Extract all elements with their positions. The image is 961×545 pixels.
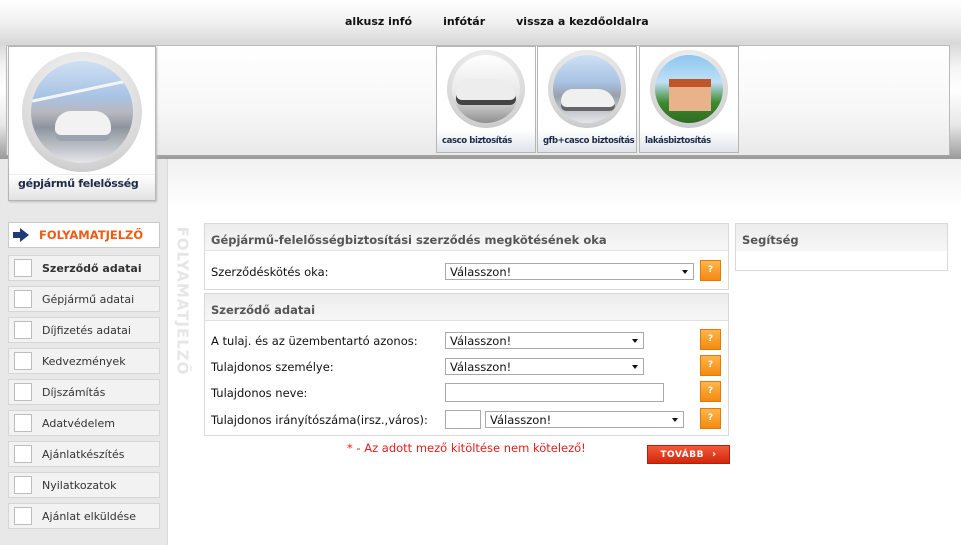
- top-navigation-bar: alkusz infó infótár vissza a kezdőoldalr…: [0, 0, 961, 44]
- progress-vertical-label: FOLYAMATJELZŐ: [173, 226, 192, 376]
- owner-city-select[interactable]: Válasszon!: [485, 411, 684, 428]
- field-label: Szerződéskötés oka:: [211, 265, 329, 279]
- panel-title: Segítség: [736, 224, 947, 251]
- progress-step-offer[interactable]: Ajánlatkészítés: [8, 441, 160, 467]
- progress-step-contractor[interactable]: Szerződő adatai: [8, 255, 160, 281]
- nav-link-broker-info[interactable]: alkusz infó: [345, 15, 412, 28]
- progress-step-vehicle[interactable]: Gépjármű adatai: [8, 286, 160, 312]
- field-label: Tulajdonos neve:: [211, 386, 308, 400]
- step-checkbox: [14, 414, 32, 432]
- step-checkbox: [14, 476, 32, 494]
- field-label: Tulajdonos személye:: [211, 360, 334, 374]
- product-tile-main-label: gépjármű felelősség: [18, 177, 139, 190]
- product-tile-casco[interactable]: casco biztosítás: [436, 46, 536, 153]
- help-button[interactable]: ?: [700, 355, 721, 376]
- contract-reason-panel: Gépjármű-felelősségbiztosítási szerződés…: [204, 223, 729, 290]
- house-photo: [655, 55, 723, 123]
- owner-name-input[interactable]: [445, 383, 664, 402]
- owner-zip-input[interactable]: [445, 410, 481, 429]
- progress-step-privacy[interactable]: Adatvédelem: [8, 410, 160, 436]
- car-photo: [452, 55, 520, 123]
- field-label: A tulaj. és az üzembentartó azonos:: [211, 334, 418, 348]
- progress-step-discounts[interactable]: Kedvezmények: [8, 348, 160, 374]
- progress-step-declarations[interactable]: Nyilatkozatok: [8, 472, 160, 498]
- nav-link-info-library[interactable]: infótár: [443, 15, 485, 28]
- car-photo: [31, 61, 133, 163]
- chevron-right-icon: ›: [711, 449, 717, 460]
- product-tile-label: casco biztosítás: [442, 136, 512, 146]
- product-tile-home-insurance[interactable]: lakásbiztosítás: [639, 46, 739, 153]
- arrow-right-icon: [13, 228, 29, 242]
- required-field-note: * - Az adott mező kitöltése nem kötelező…: [347, 441, 586, 455]
- step-checkbox: [14, 290, 32, 308]
- chevron-down-icon: [672, 418, 678, 422]
- chevron-down-icon: [632, 339, 638, 343]
- panel-title: Szerződő adatai: [205, 294, 728, 321]
- contractor-data-panel: Szerződő adatai A tulaj. és az üzembenta…: [204, 293, 729, 436]
- owner-person-select[interactable]: Válasszon!: [445, 358, 644, 375]
- progress-step-send-offer[interactable]: Ajánlat elküldése: [8, 503, 160, 529]
- step-checkbox: [14, 321, 32, 339]
- product-tile-gfb-casco[interactable]: gfb+casco biztosítás: [537, 46, 637, 153]
- step-checkbox: [14, 445, 32, 463]
- top-nav: alkusz infó infótár vissza a kezdőoldalr…: [345, 15, 680, 28]
- car-photo: [553, 55, 621, 123]
- product-tile-label: gfb+casco biztosítás: [543, 136, 635, 146]
- nav-link-back-home[interactable]: vissza a kezdőoldalra: [516, 15, 649, 28]
- help-button[interactable]: ?: [700, 329, 721, 350]
- product-tile-label: lakásbiztosítás: [645, 136, 711, 146]
- chevron-down-icon: [682, 270, 688, 274]
- progress-step-calculation[interactable]: Díjszámítás: [8, 379, 160, 405]
- owner-same-as-operator-select[interactable]: Válasszon!: [445, 332, 644, 349]
- step-checkbox: [14, 259, 32, 277]
- next-button-label: TOVÁBB: [660, 449, 704, 460]
- product-image-frame: [22, 52, 142, 172]
- contract-reason-select[interactable]: Válasszon!: [445, 263, 694, 280]
- step-checkbox: [14, 507, 32, 525]
- step-checkbox: [14, 352, 32, 370]
- step-checkbox: [14, 383, 32, 401]
- panel-title: Gépjármű-felelősségbiztosítási szerződés…: [205, 224, 728, 251]
- progress-title: FOLYAMATJELZŐ: [8, 222, 160, 248]
- help-button[interactable]: ?: [700, 260, 721, 281]
- progress-step-payment[interactable]: Díjfizetés adatai: [8, 317, 160, 343]
- product-tile-main[interactable]: gépjármű felelősség: [8, 46, 156, 201]
- help-button[interactable]: ?: [700, 408, 721, 429]
- chevron-down-icon: [632, 365, 638, 369]
- help-button[interactable]: ?: [700, 381, 721, 402]
- field-label: Tulajdonos irányítószáma(irsz.,város):: [211, 413, 428, 427]
- next-button[interactable]: TOVÁBB ›: [647, 445, 730, 464]
- help-panel: Segítség: [735, 223, 948, 271]
